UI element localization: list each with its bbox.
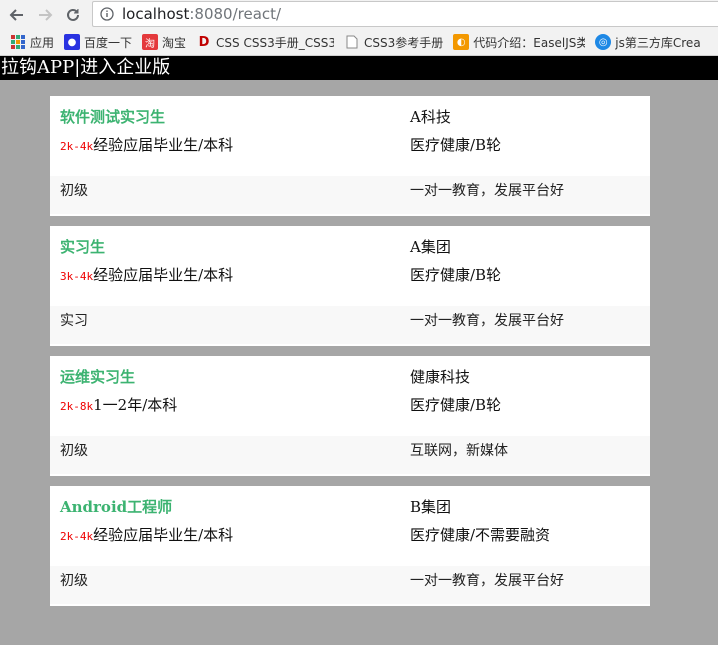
job-card[interactable]: 实习生 A集团 3k-4k经验应届毕业生/本科 医疗健康/B轮 实习 一对一教育… [50, 226, 650, 346]
reload-button[interactable] [62, 4, 84, 26]
salary: 2k-4k [60, 530, 94, 543]
bookmark-css3-reference[interactable]: CSS3参考手册 [344, 34, 443, 51]
salary: 3k-4k [60, 270, 94, 283]
forward-button[interactable] [34, 4, 56, 26]
baidu-paw-icon: ● [64, 34, 81, 50]
company-name: 健康科技 [410, 368, 471, 386]
address-bar[interactable]: localhost:8080/react/ [92, 1, 718, 27]
bookmark-css-manual[interactable]: D CSS CSS3手册_CSS3 [196, 34, 334, 51]
bookmark-apps[interactable]: 应用 [10, 34, 54, 51]
url-host: localhost [122, 5, 190, 23]
job-level: 初级 [60, 443, 88, 459]
bookmarks-bar: 应用 ● 百度一下 淘 淘宝 D CSS CSS3手册_CSS3 CSS3参考手… [0, 30, 718, 54]
globe-icon: ◎ [595, 34, 612, 50]
benefit: 一对一教育，发展平台好 [410, 573, 564, 589]
bookmark-baidu[interactable]: ● 百度一下 [64, 34, 132, 51]
job-level: 初级 [60, 573, 88, 589]
benefit: 互联网，新媒体 [410, 443, 508, 459]
company-name: A科技 [410, 108, 451, 126]
job-title[interactable]: 运维实习生 [60, 366, 135, 387]
browser-chrome: localhost:8080/react/ 应用 ● 百度一下 淘 淘宝 D C… [0, 0, 718, 56]
industry: 医疗健康/B轮 [410, 396, 502, 414]
job-level: 实习 [60, 313, 88, 329]
job-card[interactable]: 软件测试实习生 A科技 2k-4k经验应届毕业生/本科 医疗健康/B轮 初级 一… [50, 96, 650, 216]
url-path: :8080/react/ [189, 5, 282, 23]
job-title[interactable]: 实习生 [60, 236, 105, 257]
requirement: 经验应届毕业生/本科 [93, 266, 234, 284]
requirement: 经验应届毕业生/本科 [93, 136, 234, 154]
back-button[interactable] [6, 4, 28, 26]
requirement: 经验应届毕业生/本科 [93, 526, 234, 544]
job-card[interactable]: Android工程师 B集团 2k-4k经验应届毕业生/本科 医疗健康/不需要融… [50, 486, 650, 606]
industry: 医疗健康/B轮 [410, 136, 502, 154]
benefit: 一对一教育，发展平台好 [410, 183, 564, 199]
job-title[interactable]: 软件测试实习生 [60, 106, 165, 127]
reload-icon [67, 8, 79, 21]
info-icon[interactable] [99, 6, 115, 22]
taobao-icon: 淘 [142, 34, 159, 50]
salary: 2k-4k [60, 140, 94, 153]
app-header[interactable]: 拉钩APP|进入企业版 [0, 56, 718, 80]
job-card[interactable]: 运维实习生 健康科技 2k-8k1一2年/本科 医疗健康/B轮 初级 互联网，新… [50, 356, 650, 476]
arrow-right-icon [39, 9, 53, 21]
bookmark-easeljs[interactable]: ◐ 代码介绍：EaselJS类 [453, 34, 585, 51]
apps-grid-icon [10, 34, 26, 50]
benefit: 一对一教育，发展平台好 [410, 313, 564, 329]
company-name: A集团 [410, 238, 451, 256]
industry: 医疗健康/B轮 [410, 266, 502, 284]
salary: 2k-8k [60, 400, 94, 413]
csdn-icon: D [198, 34, 210, 50]
code-icon: ◐ [453, 34, 470, 50]
company-name: B集团 [410, 498, 452, 516]
bookmark-js-library[interactable]: ◎ js第三方库Crea [595, 34, 701, 51]
industry: 医疗健康/不需要融资 [410, 526, 551, 544]
job-title[interactable]: Android工程师 [60, 496, 172, 517]
page-icon [344, 34, 360, 50]
job-level: 初级 [60, 183, 88, 199]
arrow-left-icon [9, 9, 23, 21]
requirement: 1一2年/本科 [93, 396, 178, 414]
bookmark-taobao[interactable]: 淘 淘宝 [142, 34, 186, 51]
